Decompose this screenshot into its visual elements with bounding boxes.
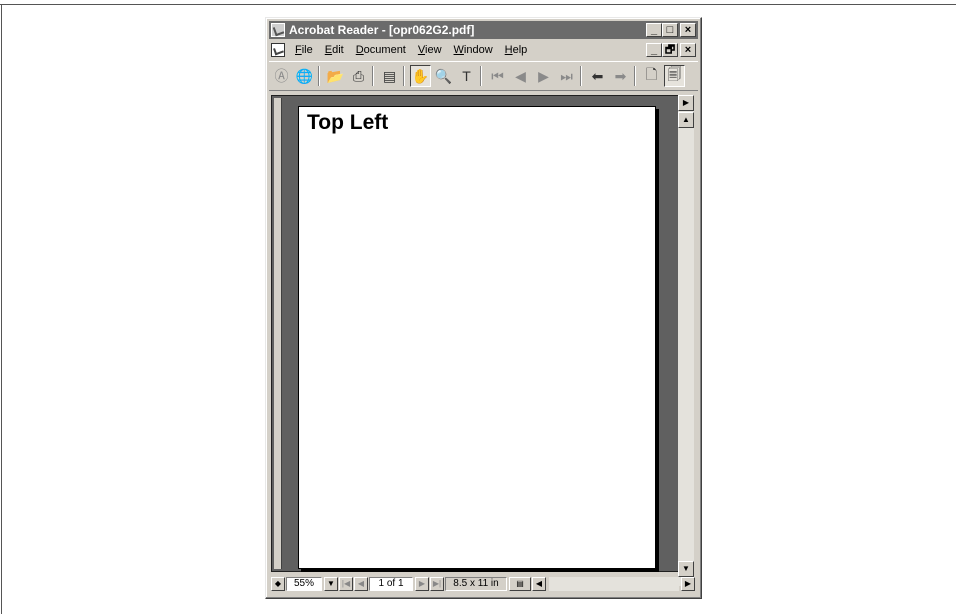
toolbar-separator [318, 66, 320, 86]
hand-tool-icon[interactable]: ✋ [410, 65, 431, 87]
maximize-button[interactable]: □ [662, 23, 678, 37]
page-size-display: 8.5 x 11 in [445, 577, 507, 591]
status-last-page-button[interactable]: ▶| [430, 577, 444, 591]
menu-help-label: elp [512, 44, 528, 56]
close-button[interactable]: × [680, 23, 696, 37]
acrobat-app-icon[interactable] [271, 23, 285, 37]
menu-window-accel: W [453, 44, 464, 56]
acrobat-logo-icon[interactable]: Ⓐ [271, 65, 292, 87]
status-previous-page-button[interactable]: ◀ [354, 577, 368, 591]
split-pane-icon[interactable]: ◆ [271, 577, 285, 591]
text-select-tool-icon[interactable]: T [456, 65, 477, 87]
web-globe-icon[interactable]: 🌐 [294, 65, 315, 87]
outer-frame-left [1, 4, 2, 614]
toolbar-separator [580, 66, 582, 86]
menu-help[interactable]: Help [499, 44, 534, 56]
horizontal-scrollbar[interactable] [549, 577, 679, 591]
menu-file[interactable]: File [289, 44, 319, 56]
page-layout-icon[interactable]: ▤ [509, 577, 531, 591]
caption-buttons: _ □ × [646, 23, 696, 37]
toolbar: Ⓐ 🌐 📂 ⎙ ▤ ✋ 🔍 T ⏮ ◀ ▶ ⏭ ⬅ ➡ 🗋 🗐 [269, 61, 698, 91]
menu-window-label: indow [463, 44, 493, 56]
menu-file-accel: F [295, 44, 302, 56]
menu-edit-accel: E [324, 44, 333, 56]
toolbar-separator [372, 66, 374, 86]
document-caption-buttons: _ 🗗 × [646, 43, 696, 57]
menu-document-accel: D [355, 44, 364, 56]
actual-size-icon[interactable]: 🗋 [641, 65, 662, 87]
menu-view[interactable]: View [412, 44, 448, 56]
page-number-field[interactable]: 1 of 1 [369, 577, 413, 591]
menu-file-label: ile [301, 44, 313, 56]
previous-page-icon[interactable]: ◀ [510, 65, 531, 87]
first-page-icon[interactable]: ⏮ [487, 65, 508, 87]
next-page-icon[interactable]: ▶ [533, 65, 554, 87]
page-text: Top Left [307, 111, 389, 134]
expand-pane-arrow-icon[interactable]: ▶ [678, 95, 694, 111]
menu-window[interactable]: Window [448, 44, 499, 56]
scroll-right-button[interactable]: ▶ [681, 577, 695, 591]
outer-frame-top [0, 4, 956, 5]
menu-edit[interactable]: Edit [319, 44, 350, 56]
status-next-page-button[interactable]: ▶ [415, 577, 429, 591]
menu-bar: File Edit Document View Window Help _ 🗗 … [269, 41, 698, 59]
navigation-pane-handle[interactable] [274, 98, 282, 569]
window-title: Acrobat Reader - [opr062G2.pdf] [289, 23, 475, 37]
status-bar: ◆ 55% ▼ |◀ ◀ 1 of 1 ▶ ▶| 8.5 x 11 in ▤ ◀… [271, 575, 696, 593]
go-back-icon[interactable]: ⬅ [587, 65, 608, 87]
menu-document-label: ocument [363, 44, 406, 56]
scroll-left-button[interactable]: ◀ [532, 577, 546, 591]
menu-edit-label: dit [332, 44, 344, 56]
doc-close-button[interactable]: × [680, 43, 696, 57]
doc-minimize-button[interactable]: _ [646, 43, 662, 57]
title-bar[interactable]: Acrobat Reader - [opr062G2.pdf] _ □ × [269, 21, 698, 39]
show-navigation-pane-icon[interactable]: ▤ [379, 65, 400, 87]
menu-view-label: iew [425, 44, 442, 56]
toolbar-separator [480, 66, 482, 86]
zoom-dropdown-arrow-icon[interactable]: ▼ [324, 577, 338, 591]
menu-document[interactable]: Document [350, 44, 412, 56]
open-folder-icon[interactable]: 📂 [325, 65, 346, 87]
minimize-button[interactable]: _ [646, 23, 662, 37]
print-icon[interactable]: ⎙ [348, 65, 369, 87]
document-view[interactable]: Top Left [271, 95, 681, 572]
acrobat-reader-window: Acrobat Reader - [opr062G2.pdf] _ □ × Fi… [265, 17, 702, 599]
menu-help-accel: H [504, 44, 513, 56]
toolbar-separator [634, 66, 636, 86]
go-forward-icon[interactable]: ➡ [610, 65, 631, 87]
menu-view-accel: V [417, 44, 426, 56]
zoom-field[interactable]: 55% [286, 577, 322, 591]
scroll-up-button[interactable]: ▲ [678, 112, 694, 128]
doc-restore-button[interactable]: 🗗 [662, 43, 678, 57]
document-system-menu-icon[interactable] [271, 43, 285, 57]
toolbar-separator [403, 66, 405, 86]
vertical-scrollbar[interactable]: ▶ ▲ ▼ [678, 95, 694, 586]
fit-page-icon[interactable]: 🗐 [664, 65, 685, 87]
pdf-page: Top Left [298, 106, 656, 569]
zoom-tool-icon[interactable]: 🔍 [433, 65, 454, 87]
status-first-page-button[interactable]: |◀ [339, 577, 353, 591]
last-page-icon[interactable]: ⏭ [556, 65, 577, 87]
